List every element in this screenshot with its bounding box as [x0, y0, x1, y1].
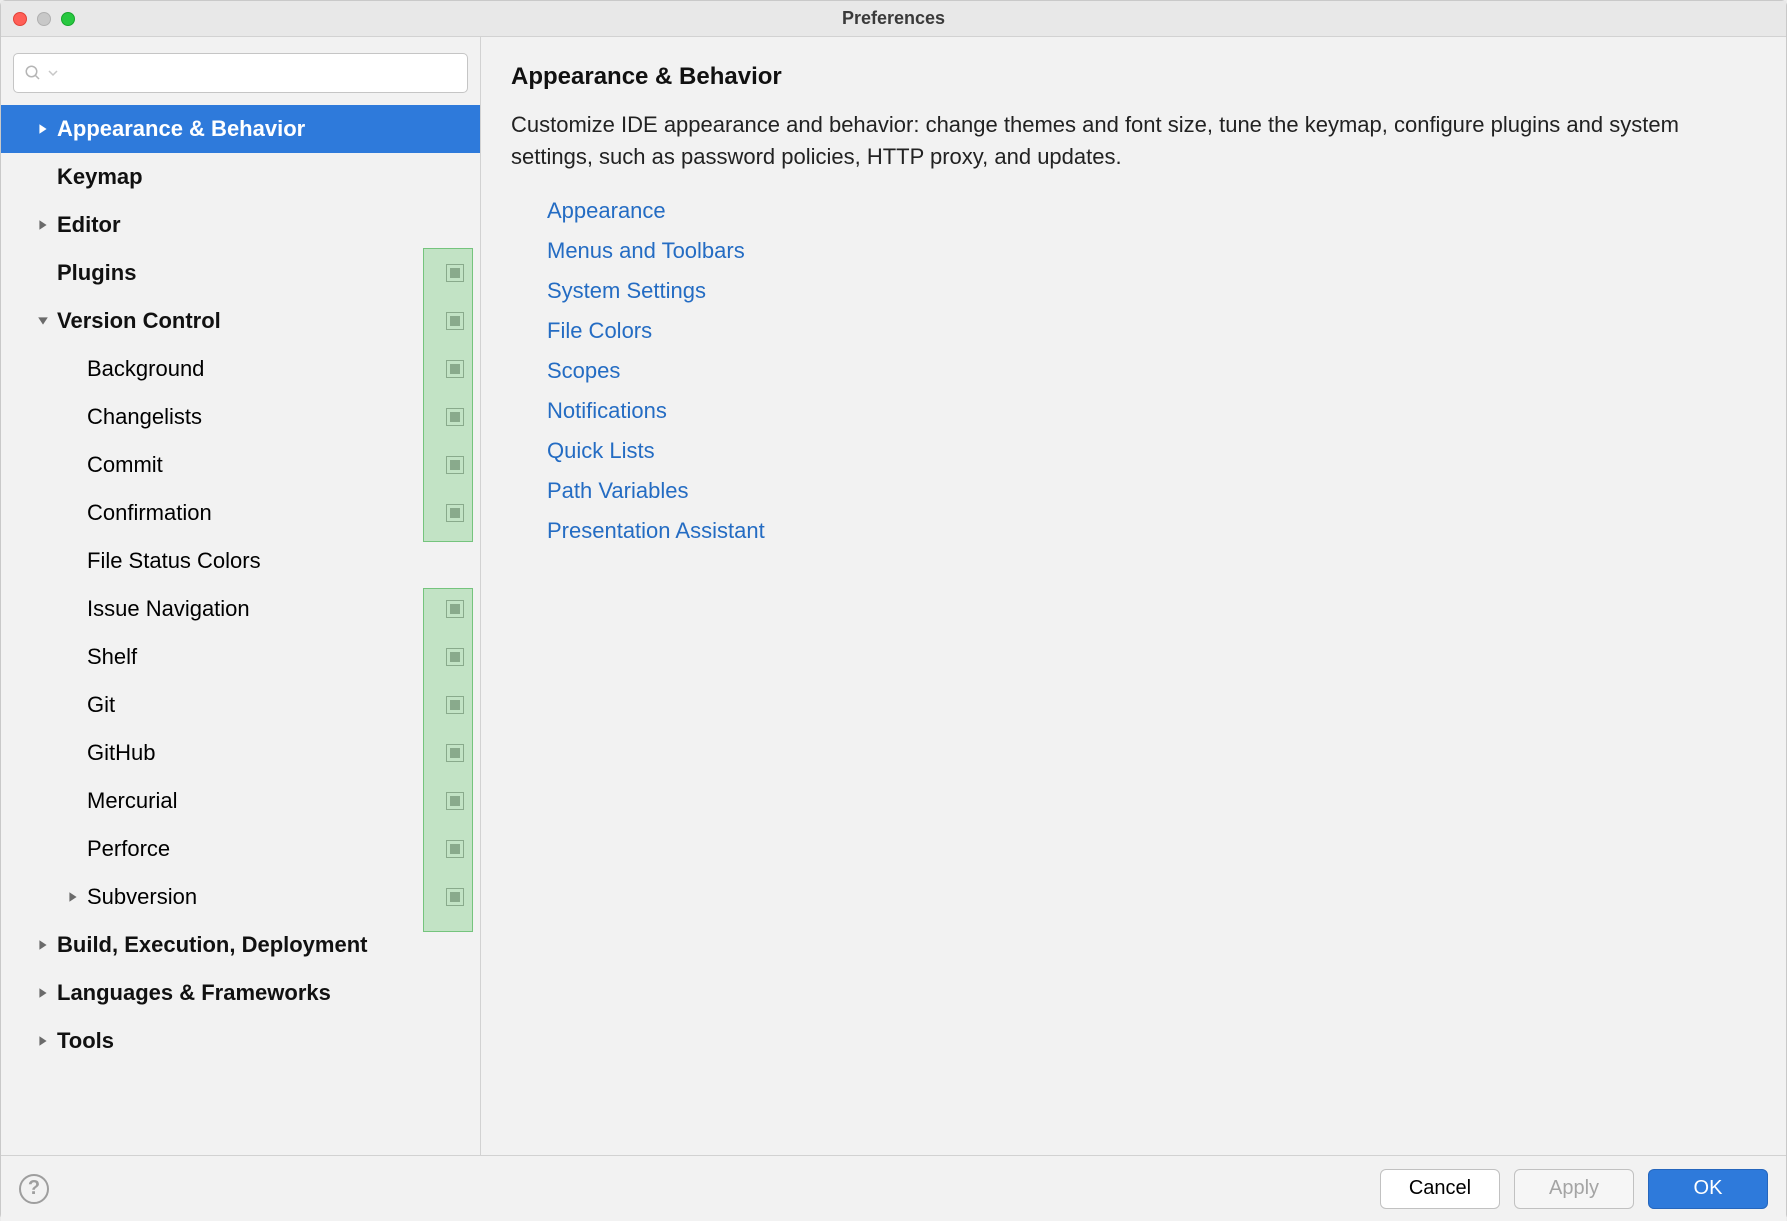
- expand-arrow-icon: [29, 987, 57, 999]
- ok-button[interactable]: OK: [1648, 1169, 1768, 1209]
- cancel-button[interactable]: Cancel: [1380, 1169, 1500, 1209]
- project-scope-icon: [446, 696, 464, 714]
- tree-node[interactable]: File Status Colors: [1, 537, 480, 585]
- tree-node-label: Confirmation: [87, 500, 446, 526]
- project-scope-icon: [446, 264, 464, 282]
- main-panel: Appearance & Behavior Customize IDE appe…: [481, 37, 1786, 1155]
- tree-node-label: GitHub: [87, 740, 446, 766]
- tree-node[interactable]: GitHub: [1, 729, 480, 777]
- tree-node[interactable]: Tools: [1, 1017, 480, 1065]
- tree-node-label: Editor: [57, 212, 472, 238]
- project-scope-icon: [446, 840, 464, 858]
- footer: ? Cancel Apply OK: [1, 1155, 1786, 1221]
- tree-node-label: Tools: [57, 1028, 472, 1054]
- project-scope-icon: [446, 360, 464, 378]
- tree-node[interactable]: Appearance & Behavior: [1, 105, 480, 153]
- settings-tree: Appearance & Behavior Keymap Editor Plugins…: [1, 105, 480, 1155]
- search-input[interactable]: [64, 63, 457, 84]
- tree-node-label: Changelists: [87, 404, 446, 430]
- tree-node-label: Issue Navigation: [87, 596, 446, 622]
- tree-node[interactable]: Subversion: [1, 873, 480, 921]
- project-scope-icon: [446, 504, 464, 522]
- sidebar: Appearance & Behavior Keymap Editor Plugins…: [1, 37, 481, 1155]
- tree-node[interactable]: Plugins: [1, 249, 480, 297]
- apply-button[interactable]: Apply: [1514, 1169, 1634, 1209]
- tree-node-label: Git: [87, 692, 446, 718]
- tree-node-label: File Status Colors: [87, 548, 472, 574]
- tree-node[interactable]: Languages & Frameworks: [1, 969, 480, 1017]
- page-description: Customize IDE appearance and behavior: c…: [511, 109, 1711, 173]
- subpage-link[interactable]: Quick Lists: [547, 431, 1756, 471]
- tree-node-label: Mercurial: [87, 788, 446, 814]
- subpage-link[interactable]: System Settings: [547, 271, 1756, 311]
- page-heading: Appearance & Behavior: [511, 63, 1756, 91]
- tree-node-label: Subversion: [87, 884, 446, 910]
- expand-arrow-icon: [29, 315, 57, 327]
- tree-node[interactable]: Confirmation: [1, 489, 480, 537]
- dropdown-icon: [48, 68, 58, 78]
- subpage-link[interactable]: Appearance: [547, 191, 1756, 231]
- tree-node-label: Commit: [87, 452, 446, 478]
- subpage-link[interactable]: Scopes: [547, 351, 1756, 391]
- subpage-link[interactable]: Menus and Toolbars: [547, 231, 1756, 271]
- tree-node-label: Plugins: [57, 260, 446, 286]
- search-input-wrap[interactable]: [13, 53, 468, 93]
- project-scope-icon: [446, 312, 464, 330]
- tree-node[interactable]: Version Control: [1, 297, 480, 345]
- window-title: Preferences: [1, 8, 1786, 29]
- tree-node-label: Background: [87, 356, 446, 382]
- tree-node[interactable]: Issue Navigation: [1, 585, 480, 633]
- project-scope-icon: [446, 888, 464, 906]
- subpage-link[interactable]: Path Variables: [547, 471, 1756, 511]
- tree-node[interactable]: Commit: [1, 441, 480, 489]
- tree-node[interactable]: Build, Execution, Deployment: [1, 921, 480, 969]
- tree-node-label: Version Control: [57, 308, 446, 334]
- expand-arrow-icon: [59, 891, 87, 903]
- project-scope-icon: [446, 408, 464, 426]
- subpage-links: AppearanceMenus and ToolbarsSystem Setti…: [511, 191, 1756, 551]
- subpage-link[interactable]: File Colors: [547, 311, 1756, 351]
- expand-arrow-icon: [29, 1035, 57, 1047]
- project-scope-icon: [446, 744, 464, 762]
- tree-node-label: Build, Execution, Deployment: [57, 932, 472, 958]
- expand-arrow-icon: [29, 219, 57, 231]
- expand-arrow-icon: [29, 123, 57, 135]
- expand-arrow-icon: [29, 939, 57, 951]
- project-scope-icon: [446, 792, 464, 810]
- titlebar: Preferences: [1, 1, 1786, 37]
- tree-node-label: Appearance & Behavior: [57, 116, 472, 142]
- tree-node-label: Perforce: [87, 836, 446, 862]
- tree-node[interactable]: Changelists: [1, 393, 480, 441]
- project-scope-icon: [446, 600, 464, 618]
- tree-node-label: Shelf: [87, 644, 446, 670]
- tree-node[interactable]: Git: [1, 681, 480, 729]
- tree-node[interactable]: Keymap: [1, 153, 480, 201]
- subpage-link[interactable]: Notifications: [547, 391, 1756, 431]
- search-icon: [24, 64, 42, 82]
- help-button[interactable]: ?: [19, 1174, 49, 1204]
- tree-node[interactable]: Mercurial: [1, 777, 480, 825]
- project-scope-icon: [446, 456, 464, 474]
- tree-node-label: Keymap: [57, 164, 472, 190]
- tree-node[interactable]: Perforce: [1, 825, 480, 873]
- tree-node[interactable]: Shelf: [1, 633, 480, 681]
- tree-node[interactable]: Editor: [1, 201, 480, 249]
- tree-node-label: Languages & Frameworks: [57, 980, 472, 1006]
- subpage-link[interactable]: Presentation Assistant: [547, 511, 1756, 551]
- project-scope-icon: [446, 648, 464, 666]
- tree-node[interactable]: Background: [1, 345, 480, 393]
